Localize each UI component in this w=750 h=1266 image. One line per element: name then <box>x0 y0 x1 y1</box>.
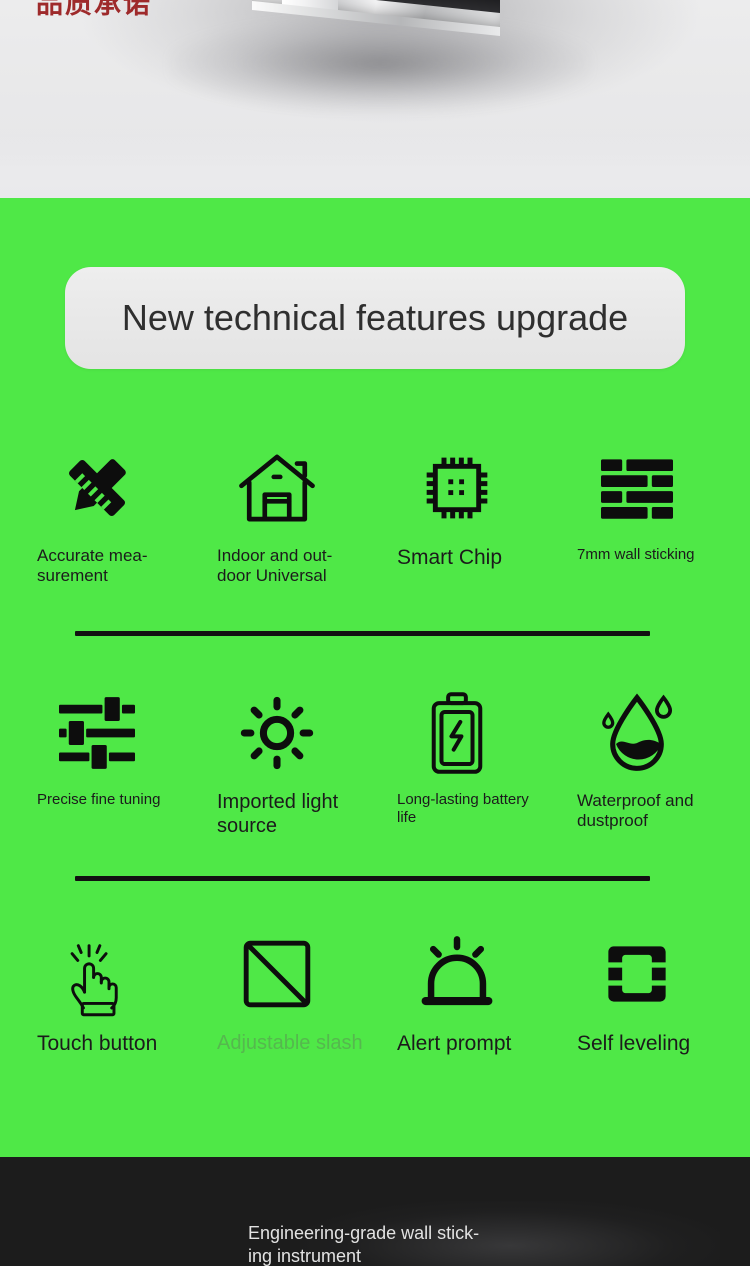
battery-bolt-icon <box>407 685 507 781</box>
hero-brand-text: 品质承诺 <box>36 0 152 19</box>
feature-label: 7mm wall sticking <box>577 546 695 563</box>
hero-fade <box>0 136 750 198</box>
feature-label: Touch button <box>37 1032 158 1055</box>
feature-imported-light-source[interactable]: Imported light source <box>217 685 379 838</box>
house-icon <box>227 440 327 536</box>
feature-row-3: Touch button Adjustable slash Alert prom… <box>0 926 750 1057</box>
feature-label: Waterproof and dustproof <box>577 791 694 831</box>
feature-label: Imported light source <box>217 791 339 837</box>
feature-adjustable-slash[interactable]: Adjustable slash <box>217 926 379 1057</box>
features-title-pill: New technical features upgrade <box>65 267 685 369</box>
feature-row-2: Precise fine tuning Imported light sourc… <box>0 685 750 838</box>
diagonal-slash-square-icon <box>227 926 327 1022</box>
product-detail-page: 品质承诺 New technical features upgrade Accu… <box>0 0 750 1266</box>
sun-brightness-icon <box>227 685 327 781</box>
feature-row-1: Accurate mea- surement Indoor and out- d… <box>0 440 750 586</box>
feature-label: Alert prompt <box>397 1032 512 1055</box>
feature-alert-prompt[interactable]: Alert prompt <box>397 926 559 1057</box>
feature-self-leveling[interactable]: Self leveling <box>577 926 739 1057</box>
feature-label: Indoor and out- door Universal <box>217 546 333 586</box>
features-panel: New technical features upgrade Accurate … <box>0 198 750 1157</box>
feature-battery-life[interactable]: Long-lasting battery life <box>397 685 559 838</box>
feature-label: Accurate mea- surement <box>37 546 148 586</box>
cpu-chip-icon <box>407 440 507 536</box>
feature-label: Self leveling <box>577 1032 691 1055</box>
page-title: New technical features upgrade <box>121 297 629 338</box>
feature-precise-fine-tuning[interactable]: Precise fine tuning <box>37 685 199 838</box>
feature-accurate-measurement[interactable]: Accurate mea- surement <box>37 440 199 586</box>
feature-waterproof-dustproof[interactable]: Waterproof and dustproof <box>577 685 739 838</box>
section-divider <box>75 631 650 636</box>
feature-label: Long-lasting battery life <box>397 791 529 826</box>
brick-wall-icon <box>587 440 687 536</box>
feature-wall-sticking[interactable]: 7mm wall sticking <box>577 440 739 586</box>
sliders-adjust-icon <box>47 685 147 781</box>
feature-label: Smart Chip <box>397 546 503 569</box>
feature-touch-button[interactable]: Touch button <box>37 926 199 1057</box>
water-droplet-icon <box>587 685 687 781</box>
touch-hand-icon <box>47 926 147 1022</box>
feature-smart-chip[interactable]: Smart Chip <box>397 440 559 586</box>
alarm-siren-icon <box>407 926 507 1022</box>
hero-product-photo: 品质承诺 <box>0 0 750 198</box>
feature-label: Precise fine tuning <box>37 791 161 808</box>
feature-indoor-outdoor[interactable]: Indoor and out- door Universal <box>217 440 379 586</box>
self-leveling-icon <box>587 926 687 1022</box>
section-divider <box>75 876 650 881</box>
ruler-pencil-icon <box>47 440 147 536</box>
footer-caption: Engineering-grade wall stick- ing instru… <box>248 1223 480 1266</box>
feature-label: Adjustable slash <box>217 1032 363 1054</box>
